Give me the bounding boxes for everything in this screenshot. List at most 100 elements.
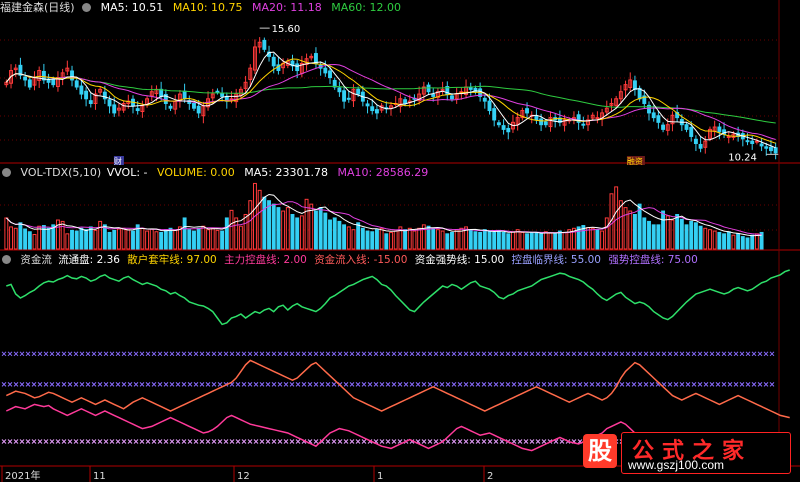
strong-ref-line (667, 382, 673, 387)
volume-bar-down (360, 227, 365, 250)
critical-ref-line (691, 351, 697, 357)
control-ref-line (169, 439, 175, 444)
critical-ref-line (451, 351, 457, 357)
candle-down (632, 80, 637, 90)
strong-ref-line (85, 382, 91, 387)
control-ref-line (355, 439, 361, 444)
strong-ref-line (427, 382, 433, 387)
control-ref-line (295, 439, 301, 444)
candle-down (525, 108, 529, 114)
critical-ref-line (607, 351, 613, 357)
volume-bar-down (539, 233, 544, 250)
volume-bar-down (18, 222, 23, 250)
critical-ref-line (199, 351, 205, 357)
volume-bar-down (492, 231, 497, 250)
volume-bar-up (93, 229, 98, 250)
strong-ref-line (145, 382, 151, 387)
volume-bar-down (478, 231, 483, 250)
critical-ref-line (685, 351, 691, 357)
volume-bar-up (177, 226, 182, 250)
critical-ref-line (439, 351, 445, 357)
volume-bar-down (722, 233, 727, 250)
control-ref-line (109, 439, 115, 444)
critical-ref-line (163, 351, 169, 357)
volume-bar-down (374, 229, 379, 250)
strong-ref-line (319, 382, 325, 387)
critical-ref-line (295, 351, 301, 357)
volume-bar-down (689, 220, 694, 250)
control-ref-line (253, 439, 259, 444)
volume-bar-up (304, 198, 309, 250)
critical-ref-line (175, 351, 181, 357)
strong-ref-line (205, 382, 211, 387)
volume-bar-up (712, 230, 717, 250)
control-ref-line (241, 439, 247, 444)
strong-ref-line (157, 382, 163, 387)
volume-bar-up (285, 207, 290, 250)
event-tag-1: 财 (114, 156, 122, 166)
volume-bar-down (468, 229, 473, 250)
control-ref-line (379, 439, 385, 444)
critical-ref-line (241, 351, 247, 357)
volume-bar-up (210, 227, 215, 250)
strong-ref-line (505, 382, 511, 387)
candle-down (450, 95, 454, 100)
strong-ref-line (31, 382, 37, 387)
volume-bar-up (515, 229, 520, 250)
critical-ref-line (403, 351, 409, 357)
candle-down (192, 102, 196, 109)
volume-bar-up (511, 231, 515, 250)
candle-down (698, 143, 703, 149)
strong-ref-line (463, 382, 469, 387)
critical-ref-line (133, 351, 139, 357)
volume-bar-down (632, 214, 637, 250)
volume-bar-up (412, 230, 417, 250)
candle-down (295, 63, 300, 72)
volume-bar-up (234, 217, 239, 250)
volume-bar-down (267, 200, 271, 250)
volume-bar-down (290, 214, 295, 250)
critical-ref-line (1, 351, 7, 357)
control-ref-line (535, 439, 541, 444)
volume-bar-up (98, 220, 103, 250)
critical-ref-line (211, 351, 217, 357)
stock-chart[interactable]: 15.6010.24财 融资2021年 11 12 1 2 (0, 0, 800, 482)
candle-down (88, 100, 93, 104)
volume-bar-up (670, 219, 675, 250)
strong-ref-line (271, 382, 277, 387)
strong-ref-line (103, 382, 109, 387)
fund-flow-line (6, 269, 790, 326)
strong-ref-line (499, 382, 505, 387)
strong-ref-line (589, 382, 595, 387)
strong-ref-line (481, 382, 487, 387)
control-ref-line (361, 439, 367, 444)
critical-ref-line (589, 351, 595, 357)
candle-down (356, 88, 361, 95)
candle-up (754, 140, 759, 143)
strong-ref-line (127, 382, 133, 387)
watermark: 股 公式之家 www.gszj100.com (577, 430, 792, 476)
strong-ref-line (91, 382, 97, 387)
strong-ref-line (625, 382, 631, 387)
critical-ref-line (67, 351, 73, 357)
volume-bar-up (435, 229, 440, 250)
critical-ref-line (739, 351, 745, 357)
candle-down (689, 127, 694, 137)
critical-ref-line (571, 351, 577, 357)
critical-ref-line (151, 351, 157, 357)
volume-bar-up (37, 225, 42, 250)
volume-bar-down (107, 231, 112, 250)
strong-ref-line (7, 382, 13, 387)
critical-ref-line (541, 351, 547, 357)
critical-ref-line (37, 351, 43, 357)
control-ref-line (487, 439, 493, 444)
volume-bar-up (140, 227, 145, 250)
control-ref-line (433, 439, 439, 444)
critical-ref-line (577, 351, 583, 357)
critical-ref-line (535, 351, 541, 357)
volume-bar-down (496, 230, 501, 250)
control-ref-line (313, 439, 319, 444)
control-ref-line (475, 439, 481, 444)
control-ref-line (283, 439, 289, 444)
strong-ref-line (259, 382, 265, 387)
